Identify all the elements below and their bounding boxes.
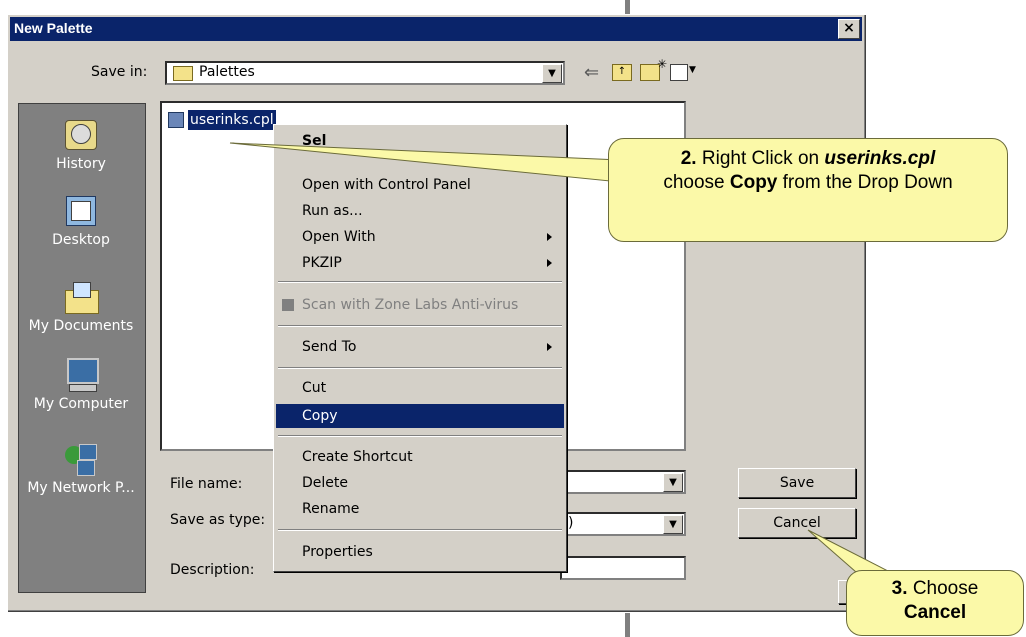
callout-3-line-1: 3. Choose	[891, 578, 979, 599]
callout-3-pointer	[807, 529, 891, 573]
callout-2-line-1: 2. Right Click on userinks.cpl	[680, 148, 936, 169]
callout-3-line-2: Cancel	[903, 602, 967, 623]
callout-step-3: 3. Choose Cancel	[846, 570, 1024, 636]
callout-2-pointer	[229, 142, 621, 183]
callout-2-line-2: choose Copy from the Drop Down	[663, 172, 953, 193]
callout-pointers	[229, 142, 891, 573]
callout-step-2: 2. Right Click on userinks.cpl choose Co…	[608, 138, 1008, 242]
